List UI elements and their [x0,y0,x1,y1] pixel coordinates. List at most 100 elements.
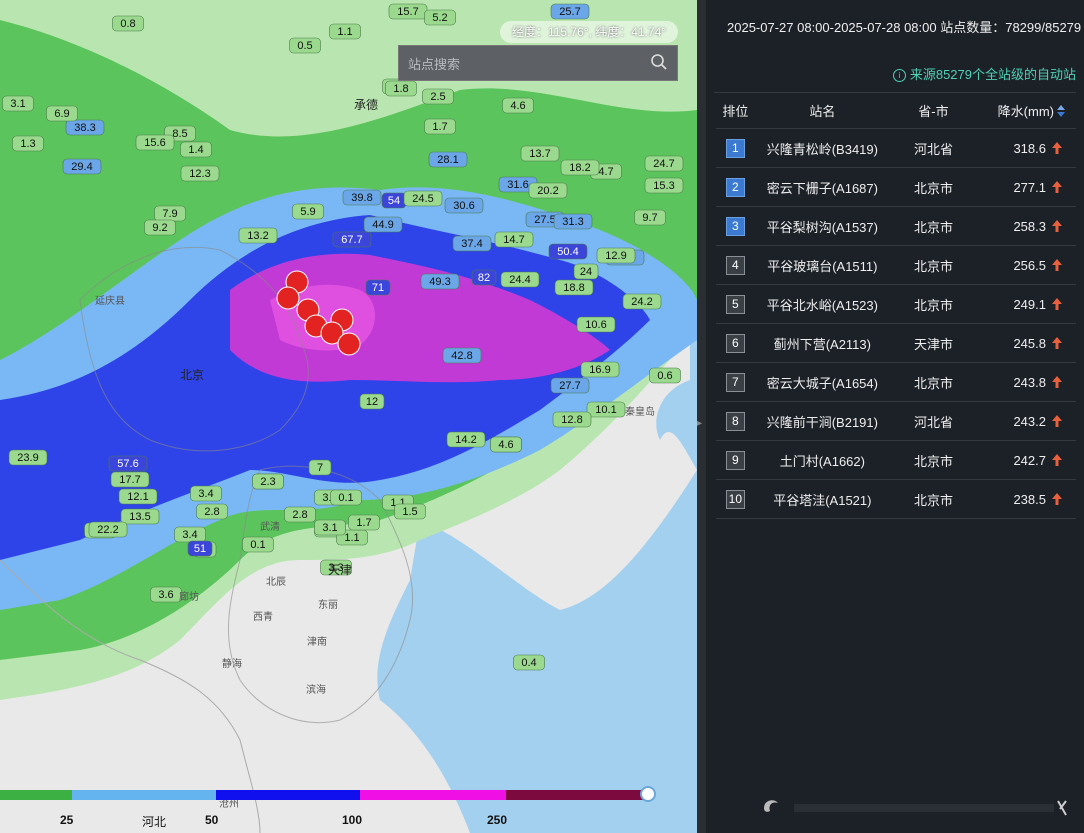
station-value: 5.9 [300,206,315,218]
station-name[interactable]: 兴隆前干涧(B2191) [754,401,891,441]
station-value: 1.3 [20,138,35,150]
station-value: 0.5 [297,40,312,52]
ranking-panel: 2025-07-27 08:00-2025-07-28 08:00 站点数量：7… [706,0,1084,833]
station-value: 39.8 [351,192,372,204]
rainfall-legend: 25 河北 50 100 250 [0,786,697,833]
station-value: 10.6 [585,319,606,331]
station-name[interactable]: 平谷梨树沟(A1537) [754,206,891,246]
station-value: 8.5 [172,128,187,140]
table-row[interactable]: 9 土门村(A1662) 北京市 242.7 [716,440,1076,480]
station-value: 2.8 [292,509,307,521]
station-value: 12.3 [189,168,210,180]
rank-cell: 9 [716,440,755,480]
arrow-up-icon [1052,180,1062,193]
city-label: 武清 [260,522,280,533]
col-precip-sort[interactable]: 降水(mm) [976,93,1076,129]
station-value: 14.7 [503,234,524,246]
province-city: 天津市 [890,323,977,363]
station-value: 44.9 [372,219,393,231]
table-header: 排位 站名 省-市 降水(mm) [716,93,1076,129]
table-row[interactable]: 3 平谷梨树沟(A1537) 北京市 258.3 [716,206,1076,246]
station-name[interactable]: 密云大城子(A1654) [754,362,891,402]
table-row[interactable]: 8 兴隆前干涧(B2191) 河北省 243.2 [716,401,1076,441]
col-province: 省-市 [890,93,977,129]
rank-cell: 4 [716,245,755,285]
arrow-up-icon [1052,453,1062,466]
station-name[interactable]: 平谷塔洼(A1521) [754,479,891,519]
station-value: 12.8 [561,414,582,426]
rank-badge: 5 [725,294,745,314]
station-value: 29.4 [71,161,92,173]
station-name[interactable]: 蓟州下营(A2113) [754,323,891,363]
station-value: 5.2 [432,12,447,24]
precip-cell: 245.8 [976,323,1076,363]
sort-icon[interactable] [1056,104,1066,118]
station-name[interactable]: 兴隆青松岭(B3419) [754,128,891,168]
station-value: 24.4 [509,274,530,286]
precip-cell: 249.1 [976,284,1076,324]
city-label: 天津 [328,563,353,577]
station-value: 9.2 [152,222,167,234]
station-value: 12.1 [127,491,148,503]
precip-value: 256.5 [1013,257,1046,273]
city-label: 承德 [354,98,379,112]
station-value: 1.7 [356,517,371,529]
precipitation-map[interactable]: 15.7 5.2 25.7 0.8 1.8 1.1 4.6 0.5 38.3 8.5 3.1 6.9 1… [0,0,697,833]
table-row[interactable]: 7 密云大城子(A1654) 北京市 243.8 [716,362,1076,402]
station-search[interactable] [398,45,678,82]
station-name[interactable]: 土门村(A1662) [754,440,891,480]
data-source-text: 来源85279个全站级的自动站 [909,67,1076,82]
station-value: 15.3 [653,180,674,192]
legend-band-lightblue [72,790,216,800]
precip-cell: 243.8 [976,362,1076,402]
rank-badge: 7 [725,372,745,392]
station-value: 6.9 [54,108,69,120]
station-value: 3.1 [322,522,337,534]
station-value: 0.4 [521,657,536,669]
province-city: 北京市 [890,440,977,480]
precip-value: 243.8 [1013,374,1046,390]
table-row[interactable]: 2 密云下栅子(A1687) 北京市 277.1 [716,167,1076,207]
arrow-up-icon [1052,492,1062,505]
table-row[interactable]: 6 蓟州下营(A2113) 天津市 245.8 [716,323,1076,363]
rank-cell: 2 [716,167,755,207]
arrow-up-icon [1052,219,1062,232]
col-precip-label: 降水(mm) [997,104,1054,119]
station-value: 17.7 [119,474,140,486]
station-value: 30.6 [453,200,474,212]
city-label: 津南 [307,637,327,648]
station-value: 7 [317,462,323,474]
province-city: 河北省 [890,128,977,168]
station-value: 13.2 [247,230,268,242]
collapse-icon[interactable]: ▸ [697,418,702,429]
table-row[interactable]: 1 兴隆青松岭(B3419) 河北省 318.6 [716,128,1076,168]
panel-splitter[interactable]: ▸ [697,0,706,833]
rank-cell: 5 [716,284,755,324]
legend-slider-handle[interactable] [640,786,656,802]
province-city: 河北省 [890,401,977,441]
table-row[interactable]: 10 平谷塔洼(A1521) 北京市 238.5 [716,479,1076,519]
table-row[interactable]: 4 平谷玻璃台(A1511) 北京市 256.5 [716,245,1076,285]
station-value: 27.7 [559,380,580,392]
col-rank: 排位 [716,93,755,129]
search-icon[interactable] [650,53,668,71]
precip-value: 277.1 [1013,179,1046,195]
station-value: 18.2 [569,162,590,174]
city-label: 北京 [180,368,205,382]
station-name[interactable]: 平谷玻璃台(A1511) [754,245,891,285]
arrow-up-icon [1052,414,1062,427]
station-name[interactable]: 密云下栅子(A1687) [754,167,891,207]
rank-badge: 1 [725,138,745,158]
station-search-input[interactable] [399,46,650,82]
station-name[interactable]: 平谷北水峪(A1523) [754,284,891,324]
precip-value: 238.5 [1013,491,1046,507]
table-row[interactable]: 5 平谷北水峪(A1523) 北京市 249.1 [716,284,1076,324]
station-value: 14.2 [455,434,476,446]
rank-badge: 10 [725,489,745,509]
precip-cell: 242.7 [976,440,1076,480]
station-value: 57.6 [117,458,138,470]
map-canvas[interactable]: 15.7 5.2 25.7 0.8 1.8 1.1 4.6 0.5 38.3 8.5 3.1 6.9 1… [0,0,697,833]
station-value: 4.7 [598,166,613,178]
station-value: 24 [580,266,592,278]
station-value: 50.4 [557,246,578,258]
